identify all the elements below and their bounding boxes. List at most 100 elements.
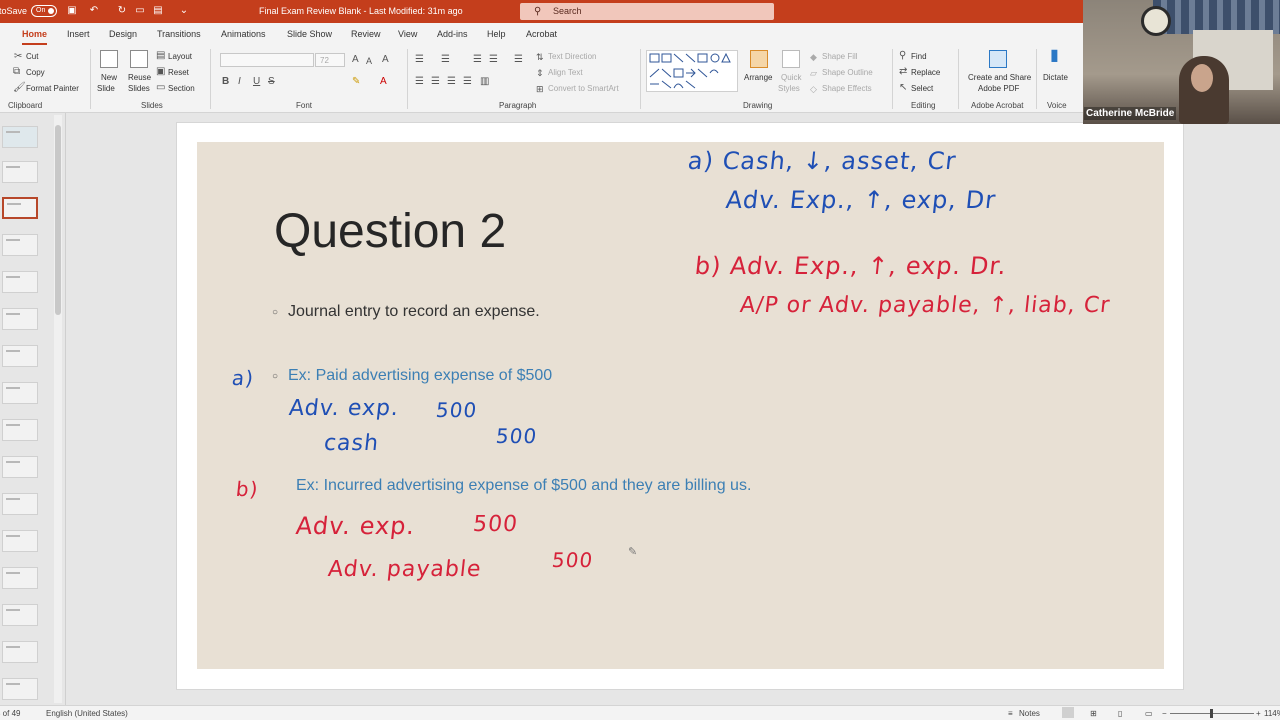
find-icon[interactable]: ⚲: [899, 50, 906, 62]
create-share-pdf-button[interactable]: Create and Share: [968, 73, 1031, 82]
align-center-icon[interactable]: ☰: [431, 76, 440, 88]
format-painter-icon[interactable]: 🖌: [13, 82, 26, 94]
align-left-icon[interactable]: ☰: [415, 76, 424, 88]
reset-button[interactable]: Reset: [168, 68, 189, 77]
font-color-icon[interactable]: A: [380, 76, 387, 88]
slide-thumbnail[interactable]: [2, 345, 38, 367]
slide-thumbnail[interactable]: [2, 567, 38, 589]
thumbnail-scrollbar[interactable]: [54, 115, 62, 703]
shapes-gallery[interactable]: [646, 50, 738, 92]
tab-animations[interactable]: Animations: [221, 29, 266, 39]
section-button[interactable]: Section: [168, 84, 195, 93]
reading-view-icon[interactable]: ▯: [1118, 709, 1122, 718]
decrease-font-icon[interactable]: A: [366, 55, 372, 67]
adobe-pdf-icon[interactable]: [989, 50, 1007, 68]
undo-icon[interactable]: ↶: [88, 5, 100, 17]
highlight-icon[interactable]: ✎: [352, 76, 360, 88]
new-slide-button[interactable]: New: [101, 73, 117, 82]
align-right-icon[interactable]: ☰: [447, 76, 456, 88]
notes-icon[interactable]: ≡: [1008, 709, 1013, 718]
shape-fill-button[interactable]: Shape Fill: [822, 52, 858, 61]
new-slide-button-line2[interactable]: Slide: [97, 84, 115, 93]
tab-add-ins[interactable]: Add-ins: [437, 29, 468, 39]
slide-thumbnail[interactable]: [2, 419, 38, 441]
slide-title[interactable]: Question 2: [274, 204, 506, 259]
slide-thumbnail[interactable]: [2, 308, 38, 330]
slide-thumbnail[interactable]: [2, 493, 38, 515]
qat-more-icon[interactable]: ⌄: [178, 5, 190, 17]
reuse-slides-button[interactable]: Reuse: [128, 73, 151, 82]
strikethrough-button[interactable]: S: [268, 76, 275, 88]
zoom-out-icon[interactable]: −: [1162, 709, 1167, 718]
video-participant-tile[interactable]: Catherine McBride: [1083, 0, 1280, 124]
customize-qat-icon[interactable]: ▤: [152, 5, 164, 17]
zoom-in-icon[interactable]: +: [1256, 709, 1261, 718]
font-name-combo[interactable]: [220, 53, 314, 67]
cut-icon[interactable]: ✂: [14, 51, 22, 63]
search-input[interactable]: ⚲ Search: [520, 3, 774, 20]
replace-button[interactable]: Replace: [911, 68, 940, 77]
increase-indent-icon[interactable]: ☰: [489, 54, 498, 66]
create-share-pdf-button-line2[interactable]: Adobe PDF: [978, 84, 1019, 93]
normal-view-icon[interactable]: [1062, 707, 1074, 718]
save-icon[interactable]: ▣: [66, 5, 78, 17]
present-icon[interactable]: ▭: [134, 5, 146, 17]
columns-icon[interactable]: ▥: [480, 76, 489, 88]
tab-review[interactable]: Review: [351, 29, 381, 39]
slide-thumbnail[interactable]: [2, 271, 38, 293]
layout-button[interactable]: Layout: [168, 52, 192, 61]
cut-button[interactable]: Cut: [26, 52, 38, 61]
slide-thumbnail[interactable]: [2, 126, 38, 148]
text-direction-button[interactable]: Text Direction: [548, 52, 596, 61]
bold-button[interactable]: B: [222, 76, 229, 88]
tab-slide-show[interactable]: Slide Show: [287, 29, 332, 39]
shape-fill-icon[interactable]: ◆: [810, 51, 817, 63]
tab-insert[interactable]: Insert: [67, 29, 90, 39]
reuse-slides-button-line2[interactable]: Slides: [128, 84, 150, 93]
shape-effects-button[interactable]: Shape Effects: [822, 84, 872, 93]
layout-icon[interactable]: ▤: [156, 50, 165, 62]
convert-smartart-button[interactable]: Convert to SmartArt: [548, 84, 619, 93]
section-icon[interactable]: ▭: [156, 82, 165, 94]
zoom-level[interactable]: 114%: [1264, 709, 1280, 718]
tab-design[interactable]: Design: [109, 29, 137, 39]
reuse-slides-icon[interactable]: [130, 50, 148, 68]
numbering-icon[interactable]: ☰: [441, 54, 450, 66]
slide-thumbnail[interactable]: [2, 678, 38, 700]
shape-effects-icon[interactable]: ◇: [810, 83, 817, 95]
microphone-icon[interactable]: ▮: [1050, 48, 1059, 64]
document-title[interactable]: Final Exam Review Blank - Last Modified:…: [259, 6, 463, 16]
slide-thumbnail-selected[interactable]: [2, 197, 38, 219]
quick-styles-button-line2[interactable]: Styles: [778, 84, 800, 93]
find-button[interactable]: Find: [911, 52, 927, 61]
slide-thumbnail[interactable]: [2, 456, 38, 478]
language-indicator[interactable]: English (United States): [46, 709, 128, 718]
quick-styles-icon[interactable]: [782, 50, 800, 68]
tab-transitions[interactable]: Transitions: [157, 29, 201, 39]
justify-icon[interactable]: ☰: [463, 76, 472, 88]
slide-thumbnail[interactable]: [2, 234, 38, 256]
slide-thumbnail[interactable]: [2, 641, 38, 663]
zoom-slider-handle[interactable]: [1210, 709, 1213, 718]
align-text-icon[interactable]: ⇕: [536, 67, 544, 79]
tab-acrobat[interactable]: Acrobat: [526, 29, 557, 39]
slide-thumbnail[interactable]: [2, 161, 38, 183]
shape-outline-button[interactable]: Shape Outline: [822, 68, 873, 77]
slide-sorter-icon[interactable]: ⊞: [1090, 709, 1097, 718]
arrange-button[interactable]: Arrange: [744, 73, 772, 82]
tab-view[interactable]: View: [398, 29, 417, 39]
slide-thumbnail[interactable]: [2, 604, 38, 626]
bullet-text-3[interactable]: Ex: Incurred advertising expense of $500…: [296, 477, 751, 495]
slide-counter[interactable]: 3 of 49: [0, 709, 20, 718]
replace-icon[interactable]: ⇄: [899, 66, 907, 78]
slideshow-icon[interactable]: ▭: [1145, 709, 1153, 718]
dictate-button[interactable]: Dictate: [1043, 73, 1068, 82]
select-button[interactable]: Select: [911, 84, 933, 93]
scrollbar-thumb[interactable]: [55, 125, 61, 315]
bullet-text-1[interactable]: Journal entry to record an expense.: [288, 303, 540, 321]
slide-thumbnail[interactable]: [2, 382, 38, 404]
increase-font-icon[interactable]: A: [352, 54, 359, 66]
copy-button[interactable]: Copy: [26, 68, 45, 77]
copy-icon[interactable]: ⧉: [13, 66, 20, 78]
slide-thumbnail[interactable]: [2, 530, 38, 552]
